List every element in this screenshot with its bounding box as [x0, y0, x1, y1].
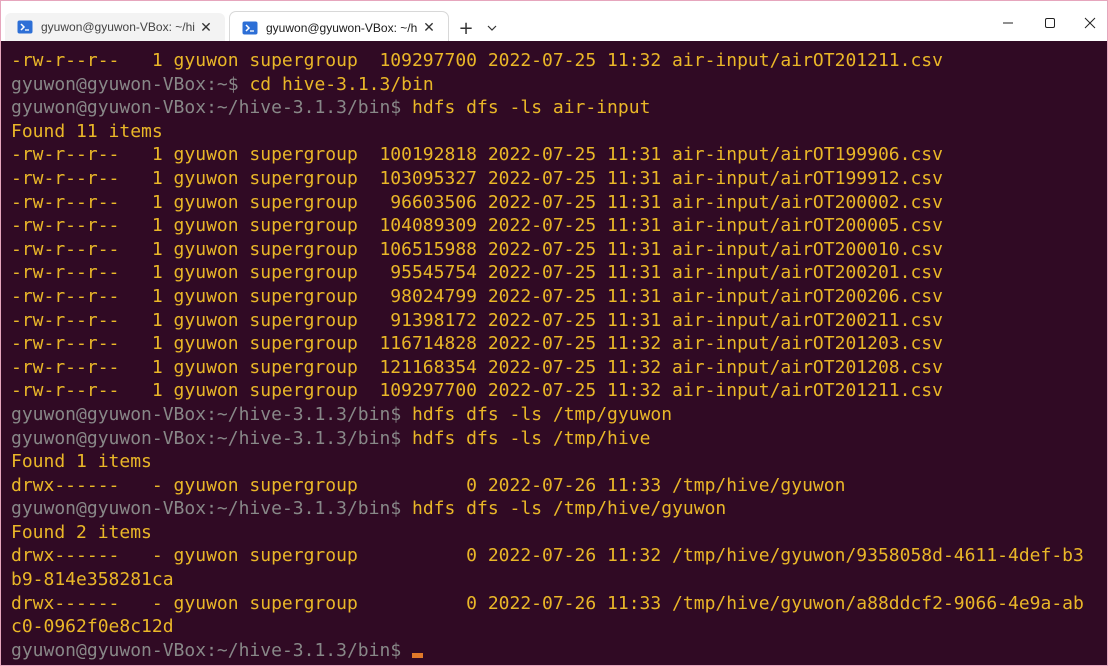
terminal-window: gyuwon@gyuwon-VBox: ~/hiv ✕ gyuwon@gyuwo…: [0, 0, 1108, 666]
output-line: c0-0962f0e8c12d: [11, 616, 174, 638]
output-line: drwx------ - gyuwon supergroup 0 2022-07…: [11, 545, 1084, 567]
prompt-line: gyuwon@gyuwon-VBox:~/hive-3.1.3/bin$ hdf…: [11, 427, 1107, 451]
output-line: -rw-r--r-- 1 gyuwon supergroup 104089309…: [11, 215, 943, 237]
prompt-user-host: gyuwon@gyuwon-VBox: [11, 403, 207, 425]
prompt-path: ~/hive-3.1.3/bin: [216, 403, 391, 425]
output-line: Found 11 items: [11, 120, 163, 142]
prompt-dollar: $: [390, 427, 402, 449]
tab-terminal-1[interactable]: gyuwon@gyuwon-VBox: ~/hiv ✕: [5, 13, 225, 41]
close-icon[interactable]: ✕: [418, 17, 440, 39]
command-text: hdfs dfs -ls air-input: [401, 97, 651, 119]
prompt-colon: :: [206, 403, 217, 425]
command-text: hdfs dfs -ls /tmp/gyuwon: [401, 403, 673, 425]
prompt-line: gyuwon@gyuwon-VBox:~/hive-3.1.3/bin$ hdf…: [11, 497, 1107, 521]
output-line: -rw-r--r-- 1 gyuwon supergroup 103095327…: [11, 167, 943, 189]
output-line: drwx------ - gyuwon supergroup 0 2022-07…: [11, 592, 1084, 614]
maximize-icon: [1045, 18, 1055, 28]
chevron-down-icon[interactable]: [481, 15, 503, 41]
prompt-user-host: gyuwon@gyuwon-VBox: [11, 498, 207, 520]
command-text: cd hive-3.1.3/bin: [238, 73, 434, 95]
output-line: -rw-r--r-- 1 gyuwon supergroup 106515988…: [11, 238, 943, 260]
prompt-path: ~/hive-3.1.3/bin: [216, 639, 391, 661]
command-text: hdfs dfs -ls /tmp/hive: [401, 427, 651, 449]
output-line: Found 1 items: [11, 451, 152, 473]
terminal-icon: [17, 20, 33, 34]
output-line: -rw-r--r-- 1 gyuwon supergroup 96603506 …: [11, 191, 943, 213]
minimize-button[interactable]: [987, 7, 1029, 39]
tab-terminal-2[interactable]: gyuwon@gyuwon-VBox: ~/h ✕: [229, 11, 449, 43]
prompt-line: gyuwon@gyuwon-VBox:~/hive-3.1.3/bin$: [11, 639, 1107, 663]
prompt-path: ~/hive-3.1.3/bin: [216, 498, 391, 520]
prompt-line: gyuwon@gyuwon-VBox:~/hive-3.1.3/bin$ hdf…: [11, 96, 1107, 120]
prompt-colon: :: [206, 427, 217, 449]
terminal-icon: [242, 21, 258, 35]
prompt-user-host: gyuwon@gyuwon-VBox: [11, 73, 207, 95]
prompt-dollar: $: [390, 97, 402, 119]
output-line: -rw-r--r-- 1 gyuwon supergroup 109297700…: [11, 50, 943, 71]
output-line: -rw-r--r-- 1 gyuwon supergroup 98024799 …: [11, 285, 943, 307]
prompt-colon: :: [206, 97, 217, 119]
output-line: Found 2 items: [11, 521, 152, 543]
output-line: -rw-r--r-- 1 gyuwon supergroup 121168354…: [11, 356, 943, 378]
prompt-path: ~/hive-3.1.3/bin: [216, 427, 391, 449]
maximize-button[interactable]: [1029, 7, 1071, 39]
terminal-output[interactable]: -rw-r--r-- 1 gyuwon supergroup 109297700…: [1, 41, 1107, 665]
output-line: b9-814e358281ca: [11, 569, 174, 591]
output-line: -rw-r--r-- 1 gyuwon supergroup 100192818…: [11, 144, 943, 166]
output-line: -rw-r--r-- 1 gyuwon supergroup 95545754 …: [11, 262, 943, 284]
prompt-line: gyuwon@gyuwon-VBox:~/hive-3.1.3/bin$ hdf…: [11, 403, 1107, 427]
tab-title: gyuwon@gyuwon-VBox: ~/h: [266, 20, 418, 35]
close-icon[interactable]: ✕: [195, 16, 217, 38]
prompt-line: gyuwon@gyuwon-VBox:~$ cd hive-3.1.3/bin: [11, 73, 1107, 97]
command-text: hdfs dfs -ls /tmp/hive/gyuwon: [401, 498, 727, 520]
prompt-colon: :: [206, 639, 217, 661]
prompt-user-host: gyuwon@gyuwon-VBox: [11, 639, 207, 661]
output-line: -rw-r--r-- 1 gyuwon supergroup 109297700…: [11, 380, 943, 402]
prompt-user-host: gyuwon@gyuwon-VBox: [11, 427, 207, 449]
tab-bar: gyuwon@gyuwon-VBox: ~/hiv ✕ gyuwon@gyuwo…: [1, 1, 1108, 43]
new-tab-button[interactable]: +: [453, 15, 479, 41]
prompt-dollar: $: [390, 403, 402, 425]
prompt-dollar: $: [390, 498, 402, 520]
prompt-path: ~/hive-3.1.3/bin: [216, 97, 391, 119]
prompt-user-host: gyuwon@gyuwon-VBox: [11, 97, 207, 119]
minimize-icon: [1003, 22, 1013, 24]
output-line: -rw-r--r-- 1 gyuwon supergroup 91398172 …: [11, 309, 943, 331]
prompt-dollar: $: [390, 639, 402, 661]
output-line: -rw-r--r-- 1 gyuwon supergroup 116714828…: [11, 333, 943, 355]
prompt-colon: :: [206, 498, 217, 520]
prompt-colon: :: [206, 73, 217, 95]
close-window-button[interactable]: [1069, 7, 1108, 39]
prompt-path: ~: [216, 73, 228, 95]
prompt-dollar: $: [227, 73, 239, 95]
output-line: drwx------ - gyuwon supergroup 0 2022-07…: [11, 474, 846, 496]
text-cursor: [412, 652, 424, 658]
close-icon: [1084, 17, 1096, 29]
tab-title: gyuwon@gyuwon-VBox: ~/hiv: [41, 20, 195, 34]
